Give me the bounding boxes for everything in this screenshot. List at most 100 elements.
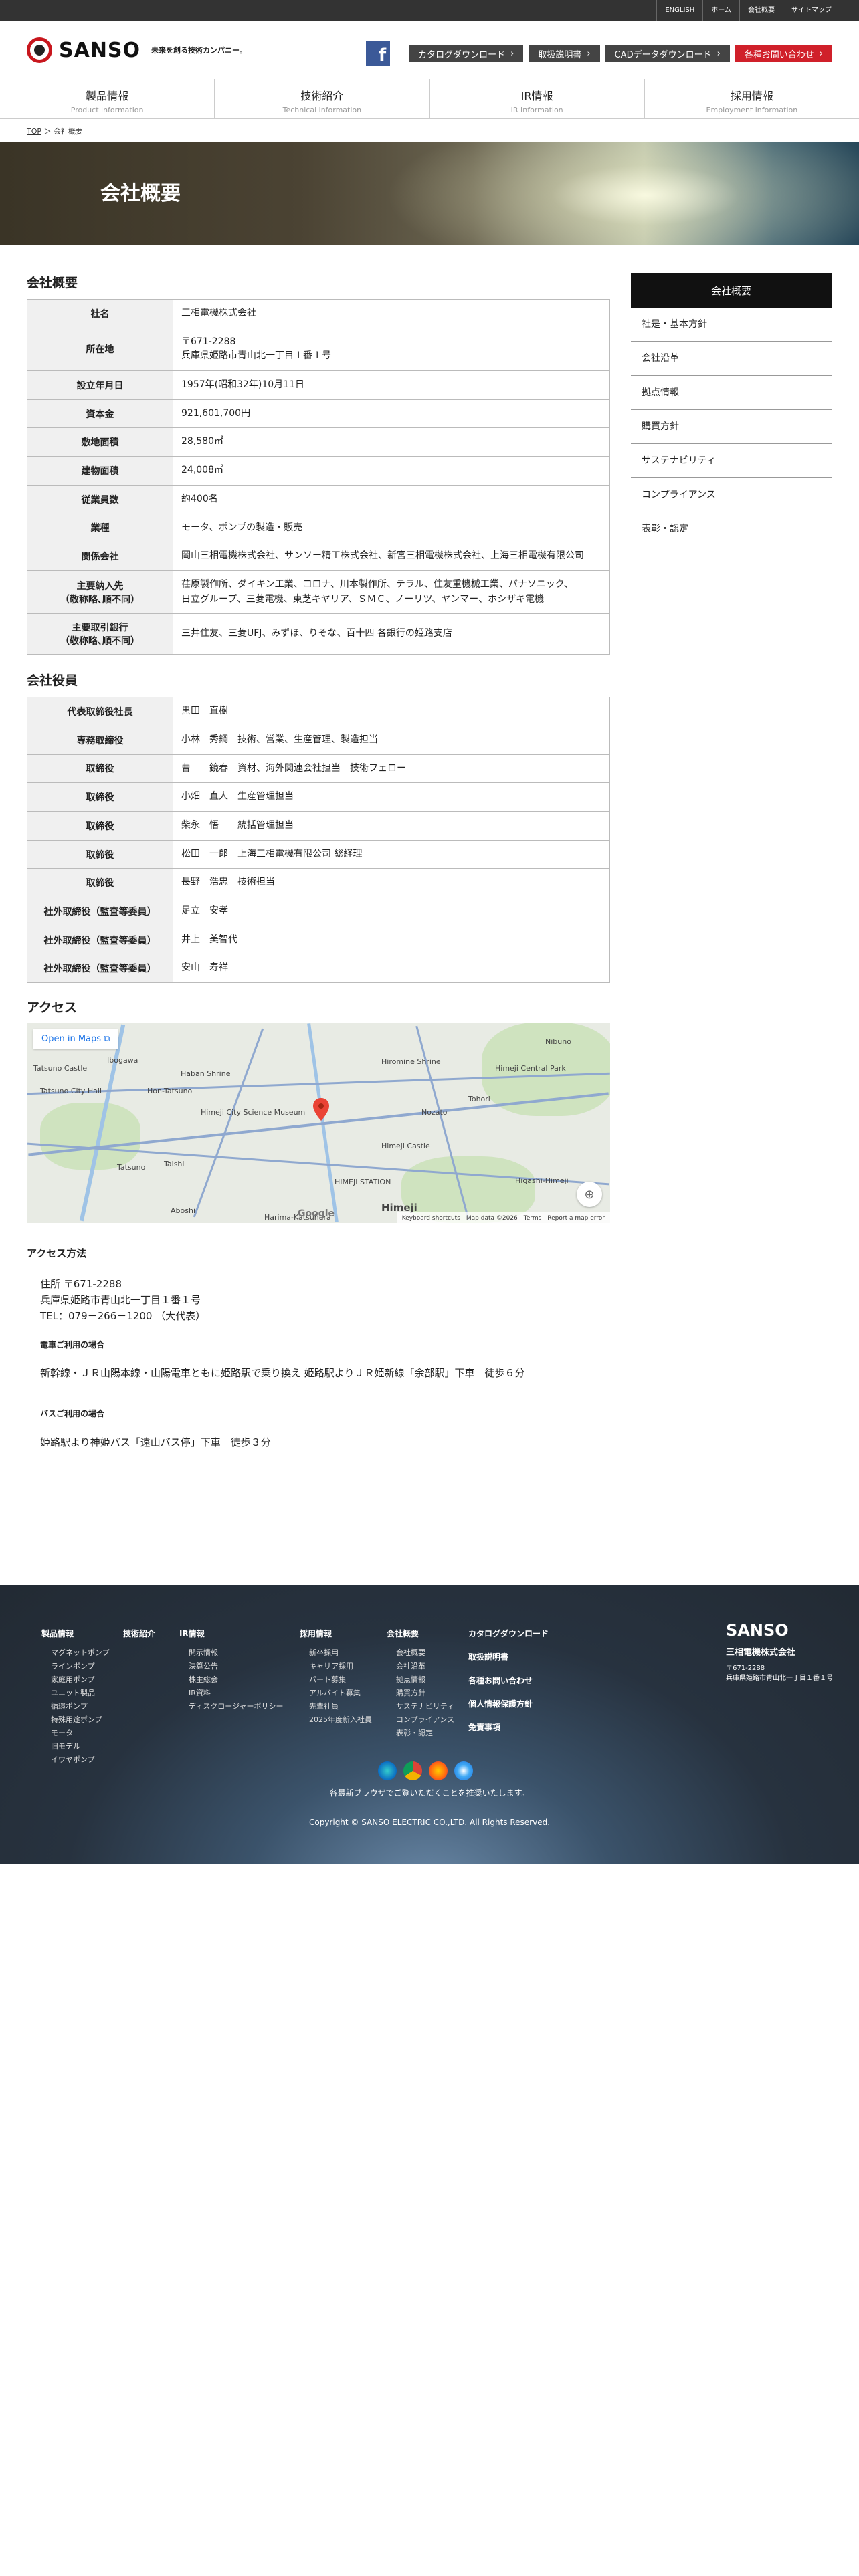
home-link[interactable]: ホーム: [702, 0, 739, 21]
row-value: 長野 浩忠 技術担当: [173, 868, 610, 898]
table-row: 社名 三相電機株式会社: [27, 299, 610, 328]
footer-link[interactable]: ラインポンプ: [51, 1660, 110, 1671]
footer-link[interactable]: 2025年度新入社員: [309, 1714, 372, 1725]
contact-button[interactable]: 各種お問い合わせ ›: [735, 45, 832, 62]
footer-link[interactable]: IR資料: [189, 1687, 283, 1698]
footer-link[interactable]: サステナビリティ: [396, 1701, 454, 1711]
row-value: 三井住友、三菱UFJ、みずほ、りそな、百十四 各銀行の姫路支店: [173, 613, 610, 655]
catalog-download-button[interactable]: カタログダウンロード ›: [409, 45, 524, 62]
location-pin-icon[interactable]: [312, 1098, 330, 1121]
table-row: 主要納入先 （敬称略､順不同） 荏原製作所、ダイキン工業、コロナ、川本製作所、テラ…: [27, 570, 610, 615]
footer-brand: SANSO 三相電機株式会社 〒671-2288 兵庫県姫路市青山北一丁目１番１…: [726, 1621, 833, 1682]
footer-link[interactable]: 特殊用途ポンプ: [51, 1714, 110, 1725]
footer-link[interactable]: 株主総会: [189, 1674, 283, 1685]
manual-label: 取扱説明書: [538, 49, 582, 60]
footer-link[interactable]: 会社沿革: [396, 1660, 454, 1671]
footer-col-title[interactable]: 技術紹介: [123, 1628, 155, 1639]
footer-link-catalog[interactable]: カタログダウンロード: [468, 1628, 549, 1639]
row-value: 井上 美智代: [173, 925, 610, 955]
table-row: 社外取締役（監査等委員） 安山 寿祥: [27, 954, 610, 984]
map-camera-control-icon[interactable]: ⊕: [577, 1182, 602, 1208]
footer-link[interactable]: マグネットポンプ: [51, 1647, 110, 1658]
footer-link[interactable]: 旧モデル: [51, 1741, 110, 1751]
chevron-right-icon: ›: [510, 48, 514, 59]
english-link[interactable]: ENGLISH: [656, 0, 702, 21]
sidebar-item-policy[interactable]: 社是・基本方針: [631, 308, 832, 342]
footer-link[interactable]: 先輩社員: [309, 1701, 372, 1711]
footer-link[interactable]: コンプライアンス: [396, 1714, 454, 1725]
table-row: 社外取締役（監査等委員） 井上 美智代: [27, 925, 610, 955]
sidebar-item-awards[interactable]: 表彰・認定: [631, 512, 832, 546]
table-row: 建物面積 24,008㎡: [27, 456, 610, 486]
open-in-maps-label: Open in Maps: [41, 1034, 102, 1045]
sidebar-header[interactable]: 会社概要: [631, 273, 832, 308]
map-attribution[interactable]: Keyboard shortcuts Map data ©2026 Terms …: [396, 1212, 610, 1224]
facebook-icon[interactable]: f: [366, 41, 391, 66]
browser-icons: [378, 1761, 473, 1780]
footer-col-title[interactable]: 製品情報: [41, 1628, 110, 1639]
footer-link[interactable]: ユニット製品: [51, 1687, 110, 1698]
nav-sublabel: Employment information: [706, 106, 798, 114]
footer-link[interactable]: 決算公告: [189, 1660, 283, 1671]
footer-link[interactable]: 購買方針: [396, 1687, 454, 1698]
sidebar-item-purchasing[interactable]: 購買方針: [631, 410, 832, 444]
google-map[interactable]: Tatsuno Castle Tatsuno City Hall Hon-Tat…: [27, 1023, 610, 1224]
row-value: 柴永 悟 統括管理担当: [173, 811, 610, 841]
footer-col-title[interactable]: IR情報: [179, 1628, 283, 1639]
footer-link[interactable]: アルバイト募集: [309, 1687, 372, 1698]
footer-link[interactable]: 会社概要: [396, 1647, 454, 1658]
footer-link[interactable]: 家庭用ポンプ: [51, 1674, 110, 1685]
company-link[interactable]: 会社概要: [739, 0, 783, 21]
company-table: 社名 三相電機株式会社 所在地 〒671-2288 兵庫県姫路市青山北一丁目１番１号設…: [27, 299, 610, 655]
train-directions: 新幹線・ＪＲ山陽本線・山陽電車ともに姫路駅で乗り換え 姫路駅よりＪＲ姫新線「余部…: [40, 1367, 525, 1380]
footer-link[interactable]: 開示情報: [189, 1647, 283, 1658]
map-place-label: Tohori: [468, 1095, 490, 1104]
sitemap-link[interactable]: サイトマップ: [783, 0, 840, 21]
footer-link-privacy[interactable]: 個人情報保護方針: [468, 1698, 549, 1709]
row-label: 所在地: [27, 327, 173, 372]
sidebar-item-compliance[interactable]: コンプライアンス: [631, 478, 832, 512]
sidebar-item-locations[interactable]: 拠点情報: [631, 376, 832, 410]
row-label: 従業員数: [27, 484, 173, 514]
nav-products[interactable]: 製品情報 Product information: [0, 79, 215, 118]
catalog-download-label: カタログダウンロード: [418, 49, 506, 60]
nav-technology[interactable]: 技術紹介 Technical information: [215, 79, 430, 118]
sidebar-item-sustainability[interactable]: サステナビリティ: [631, 444, 832, 478]
row-label: 主要取引銀行 （敬称略､順不同）: [27, 613, 173, 655]
footer-col-title[interactable]: 採用情報: [300, 1628, 372, 1639]
footer-link[interactable]: パート募集: [309, 1674, 372, 1685]
footer-link[interactable]: 新卒採用: [309, 1647, 372, 1658]
site-logo[interactable]: SANSO 未来を創る技術カンパニー。: [27, 37, 247, 63]
sidebar-item-history[interactable]: 会社沿革: [631, 342, 832, 376]
footer-link[interactable]: モータ: [51, 1727, 110, 1738]
table-row: 取締役曹 鏡春 資材、海外関連会社担当 技術フェロー: [27, 754, 610, 784]
footer-link-manual[interactable]: 取扱説明書: [468, 1651, 549, 1662]
row-value: 岡山三相電機株式会社、サンソー精工株式会社、新宮三相電機株式会社、上海三相電機有…: [173, 542, 610, 571]
footer-col-list: マグネットポンプ ラインポンプ 家庭用ポンプ ユニット製品 循環ポンプ特殊用途ポンプ モー…: [41, 1647, 110, 1765]
footer-company-name: 三相電機株式会社: [726, 1648, 796, 1658]
footer-link[interactable]: イワヤポンプ: [51, 1754, 110, 1765]
nav-label: IR情報: [520, 90, 553, 102]
footer-link[interactable]: 循環ポンプ: [51, 1701, 110, 1711]
breadcrumb-current: 会社概要: [54, 127, 84, 136]
footer-col-title[interactable]: 会社概要: [387, 1628, 454, 1639]
map-place-label: Ibogawa: [107, 1056, 138, 1065]
footer-link-disclaimer[interactable]: 免責事項: [468, 1721, 549, 1733]
footer-link[interactable]: ディスクロージャーポリシー: [189, 1701, 283, 1711]
manual-button[interactable]: 取扱説明書 ›: [529, 45, 600, 62]
footer-logo[interactable]: SANSO: [726, 1621, 833, 1640]
footer-link[interactable]: キャリア採用: [309, 1660, 372, 1671]
footer-link-contact[interactable]: 各種お問い合わせ: [468, 1675, 549, 1686]
row-value: 1957年(昭和32年)10月11日: [173, 370, 610, 400]
row-label: 設立年月日: [27, 370, 173, 400]
row-label: 取締役: [27, 754, 173, 784]
footer-link[interactable]: 表彰・認定: [396, 1727, 454, 1738]
footer-link[interactable]: 拠点情報: [396, 1674, 454, 1685]
nav-ir[interactable]: IR情報 IR Information: [430, 79, 645, 118]
nav-sublabel: Product information: [70, 106, 144, 114]
cad-download-button[interactable]: CADデータダウンロード ›: [605, 45, 730, 62]
table-row: 取締役 小畑 直人 生産管理担当: [27, 782, 610, 812]
open-in-maps-link[interactable]: Open in Maps ⧉: [33, 1029, 118, 1049]
breadcrumb-top-link[interactable]: TOP: [27, 127, 41, 136]
nav-recruit[interactable]: 採用情報 Employment information: [645, 79, 859, 118]
